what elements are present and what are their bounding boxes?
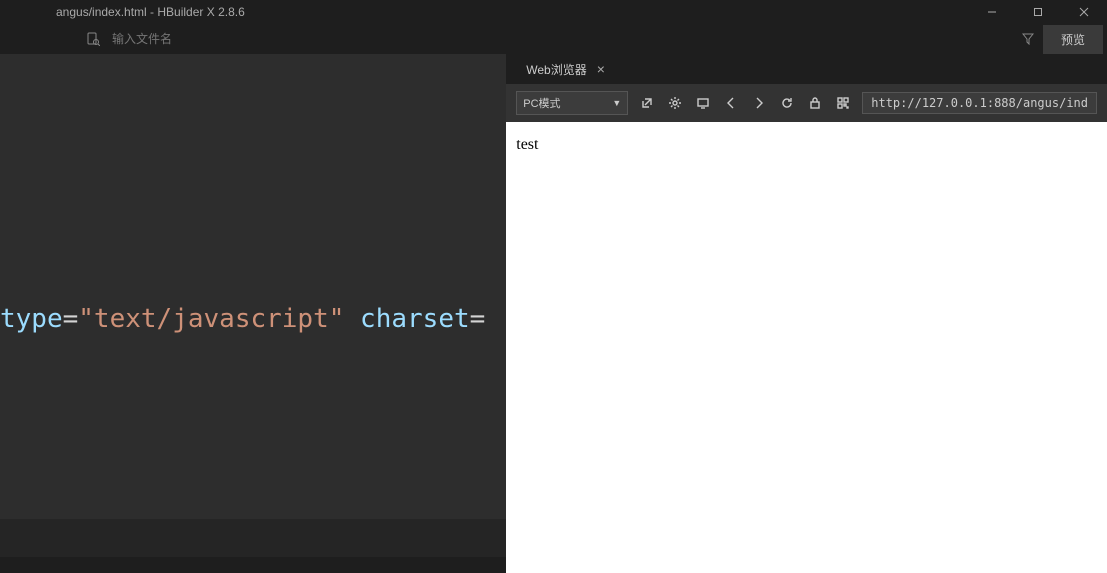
close-icon[interactable]: × bbox=[597, 61, 605, 77]
page-text: test bbox=[516, 136, 538, 153]
maximize-button[interactable] bbox=[1015, 0, 1061, 24]
refresh-icon[interactable] bbox=[778, 96, 796, 110]
gear-icon[interactable] bbox=[666, 96, 684, 110]
editor-status-strip bbox=[0, 519, 506, 557]
filter-icon[interactable] bbox=[1013, 24, 1043, 54]
mode-select-label: PC模式 bbox=[523, 95, 560, 111]
titlebar: angus/index.html - HBuilder X 2.8.6 bbox=[0, 0, 1107, 24]
forward-icon[interactable] bbox=[750, 96, 768, 110]
browser-pane: Web浏览器 × PC模式 ▼ http://127.0.0.1:888/ang… bbox=[506, 54, 1107, 573]
chevron-down-icon: ▼ bbox=[612, 98, 621, 108]
browser-viewport: test bbox=[506, 122, 1107, 573]
lock-icon[interactable] bbox=[806, 96, 824, 110]
window-controls bbox=[969, 0, 1107, 24]
file-search-input[interactable] bbox=[112, 32, 312, 46]
code-attr: charset bbox=[360, 304, 470, 334]
tab-web-browser[interactable]: Web浏览器 × bbox=[516, 55, 615, 84]
url-input[interactable]: http://127.0.0.1:888/angus/ind bbox=[862, 92, 1097, 114]
browser-toolbar: PC模式 ▼ http://127.0.0.1:888/angus/ind bbox=[506, 84, 1107, 122]
tab-label: Web浏览器 bbox=[526, 61, 586, 78]
code-string: "text/javascript" bbox=[78, 304, 344, 334]
code-editor[interactable]: type="text/javascript" charset= bbox=[0, 54, 506, 519]
code-eq: = bbox=[63, 304, 79, 334]
close-button[interactable] bbox=[1061, 0, 1107, 24]
toolbar: 预览 bbox=[0, 24, 1107, 54]
code-eq: = bbox=[470, 304, 486, 334]
search-file-icon[interactable] bbox=[86, 32, 100, 46]
device-icon[interactable] bbox=[694, 96, 712, 110]
browser-tabs: Web浏览器 × bbox=[506, 54, 1107, 84]
open-external-icon[interactable] bbox=[638, 96, 656, 110]
editor-pane: type="text/javascript" charset= bbox=[0, 54, 506, 573]
preview-button[interactable]: 预览 bbox=[1043, 25, 1103, 54]
back-icon[interactable] bbox=[722, 96, 740, 110]
qr-icon[interactable] bbox=[834, 96, 852, 110]
mode-select[interactable]: PC模式 ▼ bbox=[516, 91, 628, 115]
minimize-button[interactable] bbox=[969, 0, 1015, 24]
code-attr: type bbox=[0, 304, 63, 334]
window-title: angus/index.html - HBuilder X 2.8.6 bbox=[56, 5, 245, 19]
